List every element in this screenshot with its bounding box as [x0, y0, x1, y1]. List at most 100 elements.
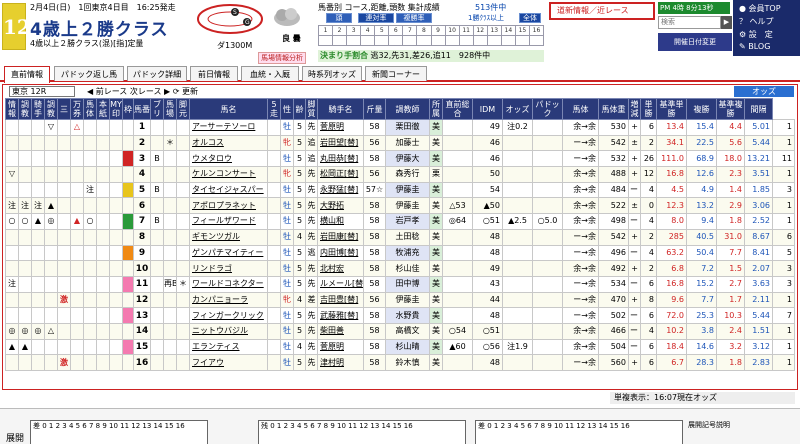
horse-name-cell[interactable]: フィンガークリック	[189, 307, 268, 324]
column-header[interactable]: 騎手名	[317, 98, 364, 120]
horse-name-cell[interactable]: タイセイジャスパー	[189, 181, 268, 199]
column-header[interactable]: 馬場	[163, 98, 177, 120]
column-header[interactable]: オッズ	[502, 98, 533, 120]
tab-paddock-return[interactable]: パドック返し馬	[54, 66, 124, 81]
horse-name-cell[interactable]: フイアウ	[189, 354, 268, 371]
horse-name-cell[interactable]: ギモンツガル	[189, 228, 268, 246]
jockey-cell[interactable]: 永野猛[替]	[317, 181, 364, 199]
column-header[interactable]: IDM	[472, 98, 503, 120]
table-row[interactable]: 激 16 フイアウ 牡 5 先津村明 58 鈴木慎 美 48 ー→余 560 +6 6.7 28.3 1.8 2…	[5, 354, 795, 371]
horse-name-cell[interactable]: リンドラゴ	[189, 260, 268, 277]
tab-paddock-detail[interactable]: パドック詳細	[127, 66, 187, 81]
column-header[interactable]: 調教	[18, 98, 32, 120]
column-header[interactable]: 馬体重	[598, 98, 629, 120]
column-header[interactable]: 枠	[122, 98, 134, 120]
tab-newspaper[interactable]: 新聞コーナー	[365, 66, 427, 81]
column-header[interactable]: 複勝	[686, 98, 717, 120]
column-header[interactable]: 増減	[628, 98, 641, 120]
class-filter-label[interactable]: 1勝ｸﾗｽ以上	[468, 13, 504, 23]
jockey-cell[interactable]: 菅原明	[317, 119, 364, 136]
column-header[interactable]: 直前総合	[442, 98, 473, 120]
column-header[interactable]: 基準複勝	[716, 98, 745, 120]
column-header[interactable]: 馬体	[83, 98, 97, 120]
jockey-cell[interactable]: 菅原明	[317, 338, 364, 356]
horse-name-cell[interactable]: カンパニョーラ	[189, 291, 268, 309]
jockey-cell[interactable]: 岩田望[替]	[317, 134, 364, 152]
prev-race-icon[interactable]: ◀	[87, 87, 93, 96]
column-header[interactable]: MY印	[109, 98, 123, 120]
tab-odds-timeline[interactable]: 時系列オッズ	[302, 66, 362, 81]
column-header[interactable]: 万券	[70, 98, 84, 120]
horse-name-cell[interactable]: ニットウバジル	[189, 322, 268, 340]
stats-head-button[interactable]: 頭	[326, 13, 352, 23]
jockey-cell[interactable]: 吉田豊[替]	[317, 291, 364, 309]
column-header[interactable]: ブリ	[150, 98, 164, 120]
table-row[interactable]: 注 11 再B ＊ ワールドコネクター 牡 5 先ルメール[替] 58 田中博 美 43 ー→余 534 ー…	[5, 275, 795, 293]
next-race-link[interactable]: 次レース	[130, 87, 162, 96]
table-row[interactable]: 2 ＊ オルコス 牝 5 追岩田望[替] 56 加藤士 美 46 ー→余 542 ±2 34.1 22.5 5…	[5, 134, 795, 152]
column-header[interactable]: 間隔	[744, 98, 773, 120]
table-row[interactable]: 10 リンドラゴ 牡 5 先北村宏 58 杉山佳 美 49 余→余 492 +2 6.8 7.2 1.5 2.…	[5, 260, 795, 277]
table-row[interactable]: 8 ギモンツガル 牡 4 先岩田康[替] 58 土田稔 美 48 ー→余 542 +2 285 40.5 3…	[5, 228, 795, 246]
jockey-cell[interactable]: 丸田恭[替]	[317, 150, 364, 168]
tab-previous-day[interactable]: 前日情報	[190, 66, 238, 81]
column-header[interactable]: 本紙	[96, 98, 110, 120]
tenkai-legend-link[interactable]: 展開記号説明	[686, 420, 796, 444]
stats-rentai-button[interactable]: 連対率	[358, 13, 394, 23]
all-filter-button[interactable]: 全体	[519, 13, 541, 23]
stats-fukusho-button[interactable]: 複勝率	[396, 13, 432, 23]
table-row[interactable]: ▲ ▲ 15 エランティス 牡 4 先菅原明 58 杉山晴 美 ▲60 ○56 注1.9 余→余 504 ー 6…	[5, 338, 795, 356]
refresh-button[interactable]: 更新	[182, 87, 198, 96]
horse-name-cell[interactable]: ゲンパチマイティー	[189, 244, 268, 262]
prev-race-link[interactable]: 前レース	[96, 87, 128, 96]
menu-settings[interactable]: ⚙ 設 定	[739, 29, 773, 40]
table-row[interactable]: 13 フィンガークリック 牡 5 先武藤雅[替] 58 水野貴 美 48 ー→余 502 ー 6 72.0…	[5, 307, 795, 324]
column-header[interactable]: 齢	[293, 98, 306, 120]
jockey-cell[interactable]: 横山和	[317, 213, 364, 230]
column-header[interactable]: 所属	[429, 98, 443, 120]
course-select[interactable]: 東京 12R	[9, 86, 75, 97]
table-row[interactable]: ▽ 4 ケルンコンサート 牝 5 先松岡正[替] 56 森秀行 栗 50 余→余 488 +12 16.8…	[5, 166, 795, 183]
column-header[interactable]: 単勝	[640, 98, 657, 120]
horse-name-cell[interactable]: エランティス	[189, 338, 268, 356]
column-header[interactable]: 調教	[44, 98, 58, 120]
horse-name-cell[interactable]: アポロプラネット	[189, 197, 268, 215]
track-analysis-button[interactable]: 馬場情報分析	[258, 52, 306, 64]
column-header[interactable]: 馬名	[189, 98, 268, 120]
horse-name-cell[interactable]: ケルンコンサート	[189, 166, 268, 183]
table-row[interactable]: 9 ゲンパチマイティー牡 5 逃内田博[替] 58 牧浦充美 48 ー→余 496 ー 4 63.2 5…	[5, 244, 795, 262]
column-header[interactable]: 脚元	[176, 98, 190, 120]
tab-chokuzen[interactable]: 直前情報	[4, 66, 50, 83]
column-header[interactable]: 三	[57, 98, 71, 120]
jockey-cell[interactable]: 岩田康[替]	[317, 228, 364, 246]
refresh-icon[interactable]: ⟳	[173, 87, 180, 96]
jockey-cell[interactable]: 松岡正[替]	[317, 166, 364, 183]
column-header[interactable]: 調教師	[385, 98, 430, 120]
next-race-icon[interactable]: ▶	[164, 87, 170, 96]
column-header[interactable]: 5走	[267, 98, 281, 120]
table-row[interactable]: ▽ △ 1 アーサーテソーロ 牡 5 先菅原明 58 栗田徹 美 49 注0.2 余→余 530 +6 13.…	[5, 119, 795, 136]
horse-name-cell[interactable]: アーサーテソーロ	[189, 119, 268, 136]
jockey-cell[interactable]: 津村明	[317, 354, 364, 371]
table-row[interactable]: 注 5 B タイセイジャスパー牡 5 先永野猛[替] 57☆ 伊藤圭美 54 余→余 484 ー 4 4.…	[5, 181, 795, 199]
column-header[interactable]: 基準単勝	[656, 98, 687, 120]
search-input[interactable]	[658, 16, 721, 29]
horse-name-cell[interactable]: ウメタロウ	[189, 150, 268, 168]
jockey-cell[interactable]: 内田博[替]	[317, 244, 364, 262]
table-row[interactable]: 3 B ウメタロウ 牡 5 追丸田恭[替] 58 伊藤大 美 46 ー→余 532 +26 111.0 68…	[5, 150, 795, 168]
menu-help[interactable]: ？ ヘルプ	[739, 16, 774, 27]
table-row[interactable]: ○ ○ ▲ ◎ ▲ ○ 7 B フィールザワード 牡 5 先横山和 58 岩戸孝 美 ◎64 ○51 ▲2.5 ○5…	[5, 213, 795, 230]
jockey-cell[interactable]: 柴田善	[317, 322, 364, 340]
jockey-cell[interactable]: 北村宏	[317, 260, 364, 277]
column-header[interactable]: 斤量	[363, 98, 386, 120]
table-row[interactable]: 激 12 カンパニョーラ 牝 4 差吉田豊[替] 56 伊藤圭 美 44 ー→余 470 +8 9.6 7.…	[5, 291, 795, 309]
column-header[interactable]: 性	[280, 98, 294, 120]
horse-name-cell[interactable]: ワールドコネクター	[189, 275, 268, 293]
column-header[interactable]: 騎手	[31, 98, 45, 120]
date-change-button[interactable]: 開催日付変更	[658, 33, 732, 51]
odds-button[interactable]: オッズ	[734, 86, 794, 97]
tab-bloodline[interactable]: 血統・入厩	[241, 66, 299, 81]
column-header[interactable]: 馬体	[562, 98, 599, 120]
jockey-cell[interactable]: ルメール[替]	[317, 275, 364, 293]
news-link-button[interactable]: 道新情報／近レース	[549, 2, 655, 20]
